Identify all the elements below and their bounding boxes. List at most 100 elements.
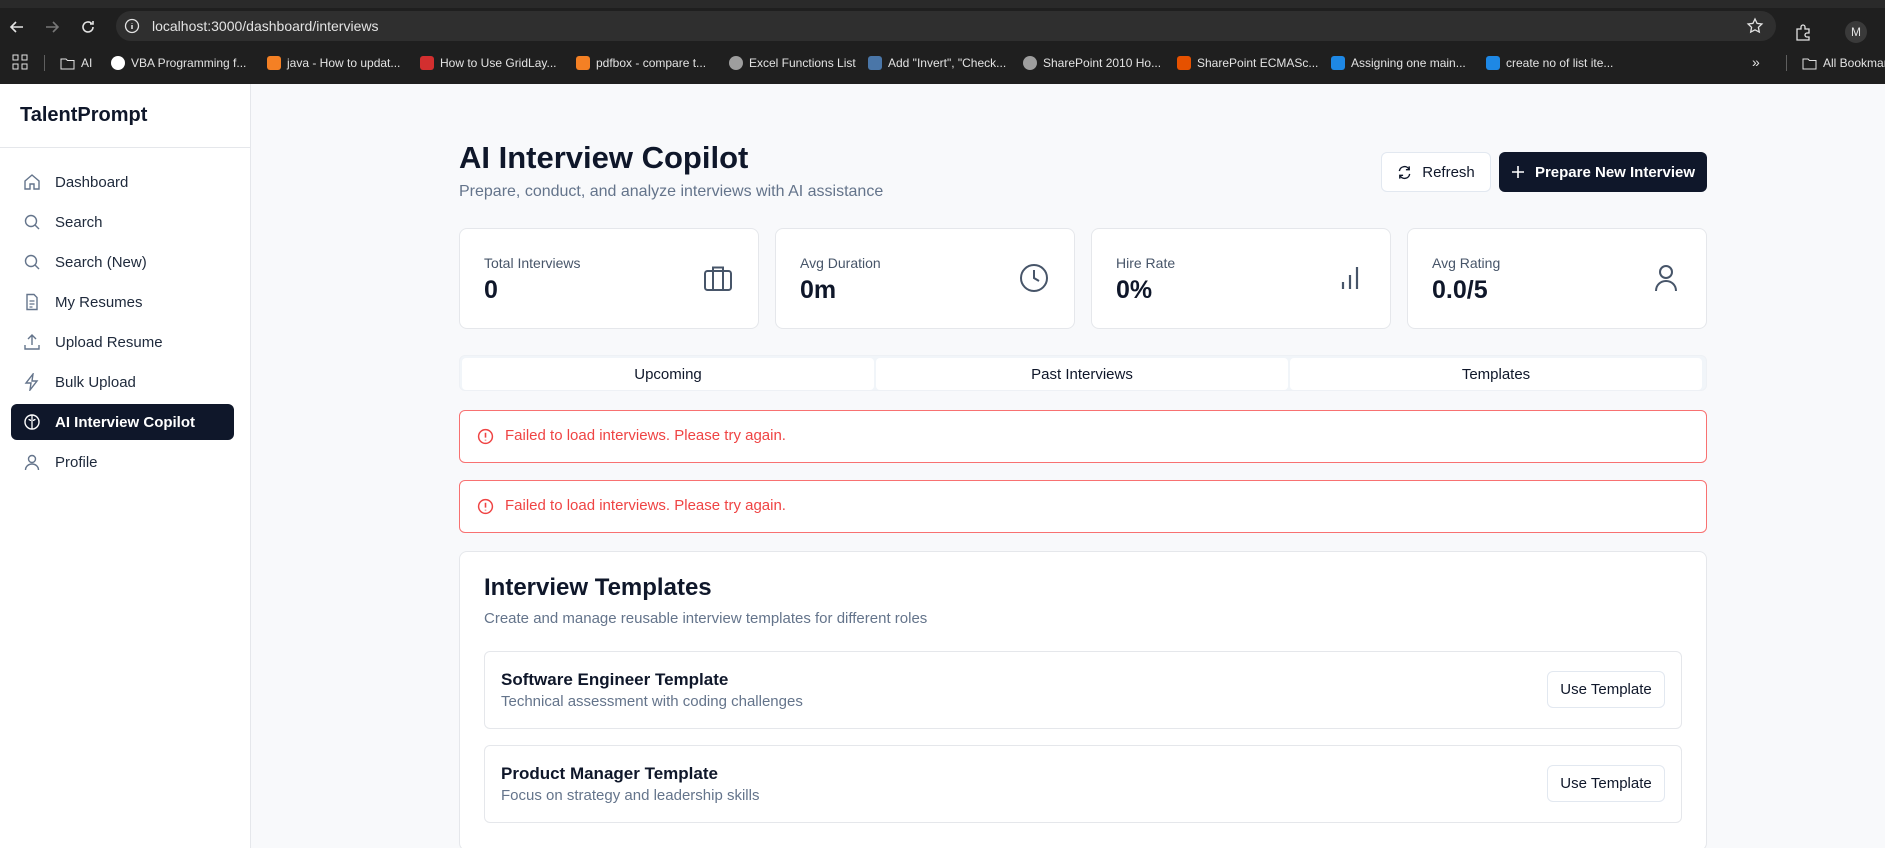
bookmark-ai[interactable]: AI bbox=[60, 54, 92, 72]
template-description: Focus on strategy and leadership skills bbox=[501, 787, 760, 804]
bookmark-label: AI bbox=[81, 56, 93, 70]
refresh-icon bbox=[1398, 165, 1411, 179]
stackoverflow-icon bbox=[576, 56, 590, 70]
bookmark-label: SharePoint ECMASc... bbox=[1197, 56, 1319, 70]
refresh-button[interactable]: Refresh bbox=[1381, 152, 1491, 192]
stat-value: 0.0/5 bbox=[1432, 276, 1488, 304]
tab-upcoming[interactable]: Upcoming bbox=[462, 358, 874, 390]
search-icon bbox=[24, 254, 40, 270]
interview-tabs: Upcoming Past Interviews Templates bbox=[459, 355, 1707, 391]
bookmarks-divider bbox=[44, 55, 45, 71]
site-icon bbox=[868, 56, 882, 70]
tab-templates[interactable]: Templates bbox=[1290, 358, 1702, 390]
profile-avatar[interactable]: M bbox=[1845, 21, 1867, 43]
search-icon bbox=[24, 214, 40, 230]
lightning-icon bbox=[24, 373, 39, 391]
google-icon bbox=[111, 56, 125, 70]
template-item: Product Manager Template Focus on strate… bbox=[484, 745, 1682, 823]
tab-strip bbox=[0, 0, 1885, 8]
url-text[interactable]: localhost:3000/dashboard/interviews bbox=[152, 18, 378, 34]
sidebar-item-label: Profile bbox=[55, 454, 98, 471]
bookmark-item[interactable]: SharePoint 2010 Ho... bbox=[1023, 54, 1161, 72]
sidebar-item-bulk-upload[interactable]: Bulk Upload bbox=[11, 364, 234, 400]
brain-icon bbox=[24, 414, 40, 430]
error-message: Failed to load interviews. Please try ag… bbox=[505, 427, 786, 444]
forward-icon[interactable] bbox=[41, 16, 63, 38]
sidebar-item-search-new[interactable]: Search (New) bbox=[11, 244, 234, 280]
bookmark-item[interactable]: SharePoint ECMASc... bbox=[1177, 54, 1318, 72]
use-template-button[interactable]: Use Template bbox=[1547, 671, 1665, 708]
sidebar-item-my-resumes[interactable]: My Resumes bbox=[11, 284, 234, 320]
sidebar-item-label: Search bbox=[55, 214, 103, 231]
sidebar-item-label: Search (New) bbox=[55, 254, 147, 271]
bookmark-item[interactable]: How to Use GridLay... bbox=[420, 54, 556, 72]
site-icon bbox=[1486, 56, 1500, 70]
sidebar-item-label: My Resumes bbox=[55, 294, 143, 311]
browser-chrome: localhost:3000/dashboard/interviews M AI… bbox=[0, 0, 1885, 84]
bookmark-label: Add "Invert", "Check... bbox=[888, 56, 1007, 70]
bookmark-star-icon[interactable] bbox=[1746, 17, 1764, 35]
error-message: Failed to load interviews. Please try ag… bbox=[505, 497, 786, 514]
bookmark-item[interactable]: java - How to updat... bbox=[267, 54, 400, 72]
plus-icon bbox=[1511, 166, 1524, 178]
back-icon[interactable] bbox=[6, 16, 28, 38]
more-bookmarks-icon[interactable]: » bbox=[1752, 54, 1760, 70]
sidebar-item-search[interactable]: Search bbox=[11, 204, 234, 240]
bookmarks-bar: AI VBA Programming f... java - How to up… bbox=[0, 50, 1885, 76]
address-bar[interactable]: localhost:3000/dashboard/interviews bbox=[116, 11, 1776, 41]
stat-label: Avg Duration bbox=[800, 255, 881, 271]
reload-icon[interactable] bbox=[77, 16, 99, 38]
stat-card-total-interviews: Total Interviews 0 bbox=[459, 228, 759, 329]
globe-icon bbox=[1023, 56, 1037, 70]
bar-chart-icon bbox=[1341, 267, 1359, 289]
all-bookmarks[interactable]: All Bookmarks bbox=[1802, 54, 1885, 72]
bookmarks-divider bbox=[1786, 55, 1787, 71]
oracle-icon bbox=[420, 56, 434, 70]
interview-templates-card: Interview Templates Create and manage re… bbox=[459, 551, 1707, 848]
bookmark-item[interactable]: create no of list ite... bbox=[1486, 54, 1613, 72]
sidebar-item-label: Dashboard bbox=[55, 174, 129, 191]
bookmark-label: pdfbox - compare t... bbox=[596, 56, 707, 70]
site-info-icon[interactable] bbox=[124, 18, 140, 34]
prepare-label: Prepare New Interview bbox=[1534, 163, 1696, 181]
template-item: Software Engineer Template Technical ass… bbox=[484, 651, 1682, 729]
all-bookmarks-label: All Bookmarks bbox=[1823, 56, 1885, 70]
brand-logo[interactable]: TalentPrompt bbox=[20, 104, 147, 127]
page-subtitle: Prepare, conduct, and analyze interviews… bbox=[459, 183, 884, 200]
bookmark-label: SharePoint 2010 Ho... bbox=[1043, 56, 1162, 70]
file-icon bbox=[26, 293, 38, 311]
bookmark-label: create no of list ite... bbox=[1506, 56, 1614, 70]
bookmark-item[interactable]: VBA Programming f... bbox=[111, 54, 246, 72]
stat-value: 0% bbox=[1116, 276, 1153, 304]
tab-past-interviews[interactable]: Past Interviews bbox=[876, 358, 1288, 390]
template-description: Technical assessment with coding challen… bbox=[501, 693, 803, 710]
upload-icon bbox=[24, 334, 40, 350]
stackoverflow-icon bbox=[267, 56, 281, 70]
prepare-new-interview-button[interactable]: Prepare New Interview bbox=[1499, 152, 1707, 192]
sidebar-item-dashboard[interactable]: Dashboard bbox=[11, 164, 234, 200]
sidebar-item-label: Upload Resume bbox=[55, 334, 163, 351]
use-template-button[interactable]: Use Template bbox=[1547, 765, 1665, 802]
site-icon bbox=[1177, 56, 1191, 70]
bookmark-item[interactable]: Assigning one main... bbox=[1331, 54, 1466, 72]
stat-card-hire-rate: Hire Rate 0% bbox=[1091, 228, 1391, 329]
error-alert: Failed to load interviews. Please try ag… bbox=[459, 480, 1707, 533]
bookmark-item[interactable]: pdfbox - compare t... bbox=[576, 54, 706, 72]
folder-icon bbox=[60, 58, 75, 69]
sidebar-item-label: AI Interview Copilot bbox=[55, 414, 196, 431]
stat-card-avg-rating: Avg Rating 0.0/5 bbox=[1407, 228, 1707, 329]
refresh-label: Refresh bbox=[1422, 163, 1475, 181]
apps-grid-icon[interactable] bbox=[12, 54, 28, 70]
page-title: AI Interview Copilot bbox=[459, 140, 749, 175]
user-icon bbox=[1655, 265, 1677, 292]
template-name: Software Engineer Template bbox=[501, 670, 729, 689]
sidebar-item-upload-resume[interactable]: Upload Resume bbox=[11, 324, 234, 360]
extensions-icon[interactable] bbox=[1794, 23, 1812, 41]
sidebar-item-ai-interview-copilot[interactable]: AI Interview Copilot bbox=[11, 404, 234, 440]
sidebar-divider bbox=[0, 147, 250, 148]
bookmark-label: VBA Programming f... bbox=[131, 56, 247, 70]
sidebar-item-profile[interactable]: Profile bbox=[11, 444, 234, 480]
bookmark-item[interactable]: Excel Functions List bbox=[729, 54, 856, 72]
bookmark-item[interactable]: Add "Invert", "Check... bbox=[868, 54, 1006, 72]
stat-label: Avg Rating bbox=[1432, 255, 1501, 271]
